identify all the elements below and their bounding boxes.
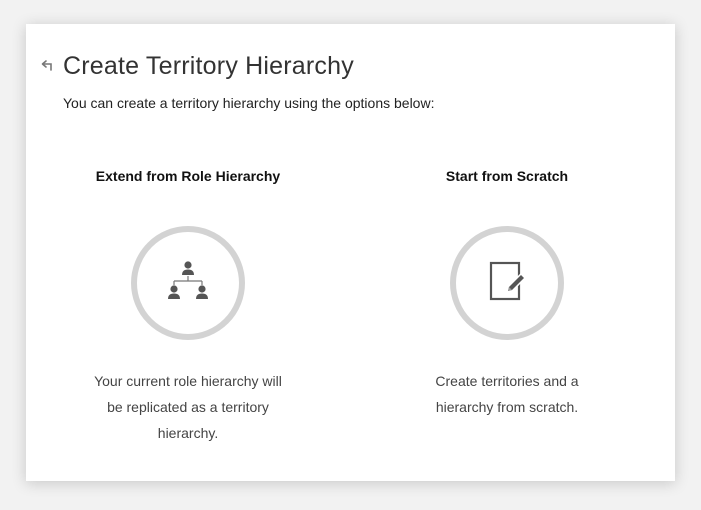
option-title: Extend from Role Hierarchy (95, 168, 281, 184)
back-button[interactable] (40, 59, 56, 75)
org-chart-icon (164, 259, 212, 308)
option-title: Start from Scratch (445, 168, 569, 184)
create-territory-dialog: Create Territory Hierarchy You can creat… (26, 24, 675, 481)
header: Create Territory Hierarchy (40, 52, 354, 81)
option-description: Your current role hierarchy will be repl… (94, 373, 282, 441)
back-arrow-icon (41, 58, 55, 76)
start-from-scratch-option[interactable]: Start from Scratch Create territories an… (382, 166, 632, 420)
page-title: Create Territory Hierarchy (63, 52, 354, 80)
page-subtitle: You can create a territory hierarchy usi… (63, 95, 435, 111)
option-icon-circle[interactable] (450, 226, 564, 340)
option-description: Create territories and a hierarchy from … (435, 373, 579, 415)
extend-from-role-hierarchy-option[interactable]: Extend from Role Hierarchy Your current … (63, 166, 313, 446)
edit-document-icon (487, 260, 527, 307)
option-icon-circle[interactable] (131, 226, 245, 340)
